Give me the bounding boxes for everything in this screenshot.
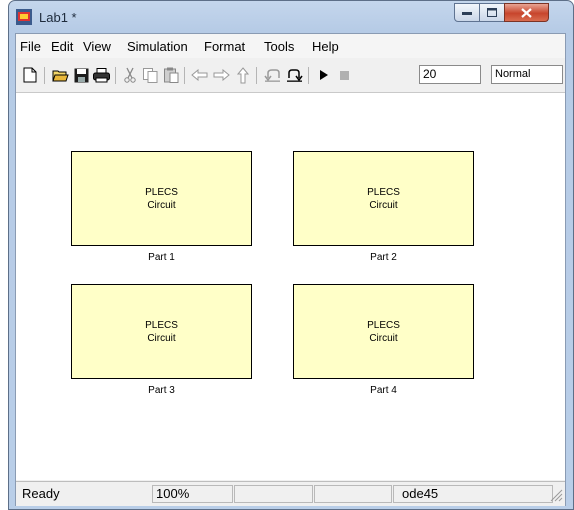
block-text: PLECS (145, 186, 178, 198)
block-label[interactable]: Part 4 (293, 385, 474, 396)
save-icon (74, 68, 88, 82)
block-text: Circuit (147, 332, 176, 344)
back-button[interactable] (189, 65, 209, 85)
toolbar-separator (115, 67, 116, 84)
menu-help[interactable]: Help (312, 39, 339, 54)
status-cell (234, 485, 313, 503)
stop-time-field[interactable]: 20 (419, 65, 481, 84)
undo-icon (263, 69, 280, 82)
toolbar: 20 Normal (16, 58, 565, 93)
toolbar-separator (44, 67, 45, 84)
plecs-circuit-block[interactable]: PLECS Circuit (293, 284, 474, 379)
open-button[interactable] (50, 65, 70, 85)
menu-tools[interactable]: Tools (264, 39, 294, 54)
open-icon (51, 70, 69, 82)
simulation-mode-select[interactable]: Normal (491, 65, 563, 84)
resize-grip-icon[interactable] (549, 488, 563, 502)
model-canvas[interactable]: PLECS Circuit Part 1 PLECS Circuit Part … (16, 93, 565, 480)
forward-button[interactable] (211, 65, 231, 85)
cut-button[interactable] (120, 65, 140, 85)
simulink-app-icon (16, 9, 32, 25)
minimize-icon (462, 11, 472, 15)
menu-file[interactable]: File (20, 39, 41, 54)
play-icon (320, 70, 328, 80)
toolbar-separator (184, 67, 185, 84)
toolbar-separator (256, 67, 257, 84)
toolbar-separator (308, 67, 309, 84)
stop-icon (339, 70, 349, 80)
redo-icon (286, 69, 303, 82)
new-icon (23, 67, 37, 83)
undo-button[interactable] (262, 65, 282, 85)
new-button[interactable] (20, 65, 40, 85)
maximize-button[interactable] (479, 3, 505, 22)
status-text: Ready (18, 485, 151, 503)
stop-simulation-button[interactable] (334, 65, 354, 85)
block-text: PLECS (145, 319, 178, 331)
forward-icon (213, 69, 230, 81)
print-icon (92, 67, 110, 82)
menu-edit[interactable]: Edit (51, 39, 73, 54)
back-icon (190, 69, 207, 81)
block-text: Circuit (369, 199, 398, 211)
block-label[interactable]: Part 3 (71, 385, 252, 396)
block-text: Circuit (369, 332, 398, 344)
redo-button[interactable] (284, 65, 304, 85)
window-title: Lab1 * (39, 10, 77, 25)
block-label[interactable]: Part 1 (71, 252, 252, 263)
plecs-circuit-block[interactable]: PLECS Circuit (71, 284, 252, 379)
plecs-circuit-block[interactable]: PLECS Circuit (293, 151, 474, 246)
block-text: Circuit (147, 199, 176, 211)
title-bar[interactable]: Lab1 * (9, 1, 573, 33)
zoom-level: 100% (152, 485, 233, 503)
paste-icon (163, 67, 178, 83)
block-label[interactable]: Part 2 (293, 252, 474, 263)
status-bar: Ready 100% ode45 (16, 481, 565, 506)
print-button[interactable] (91, 65, 111, 85)
application-window: Lab1 * File Edit View Simulation Format … (8, 0, 574, 510)
maximize-icon (487, 8, 497, 17)
menu-bar: File Edit View Simulation Format Tools H… (16, 34, 565, 58)
solver-name: ode45 (393, 485, 553, 503)
minimize-button[interactable] (454, 3, 480, 22)
copy-icon (142, 67, 157, 83)
save-button[interactable] (71, 65, 91, 85)
close-button[interactable] (504, 3, 549, 22)
copy-button[interactable] (140, 65, 160, 85)
menu-simulation[interactable]: Simulation (127, 39, 188, 54)
up-button[interactable] (233, 65, 253, 85)
block-text: PLECS (367, 186, 400, 198)
cut-icon (124, 67, 136, 83)
menu-view[interactable]: View (83, 39, 111, 54)
menu-format[interactable]: Format (204, 39, 245, 54)
up-icon (237, 66, 249, 83)
status-cell (314, 485, 392, 503)
close-icon (521, 7, 532, 18)
start-simulation-button[interactable] (314, 65, 334, 85)
block-text: PLECS (367, 319, 400, 331)
paste-button[interactable] (161, 65, 181, 85)
plecs-circuit-block[interactable]: PLECS Circuit (71, 151, 252, 246)
client-area: File Edit View Simulation Format Tools H… (15, 33, 566, 506)
